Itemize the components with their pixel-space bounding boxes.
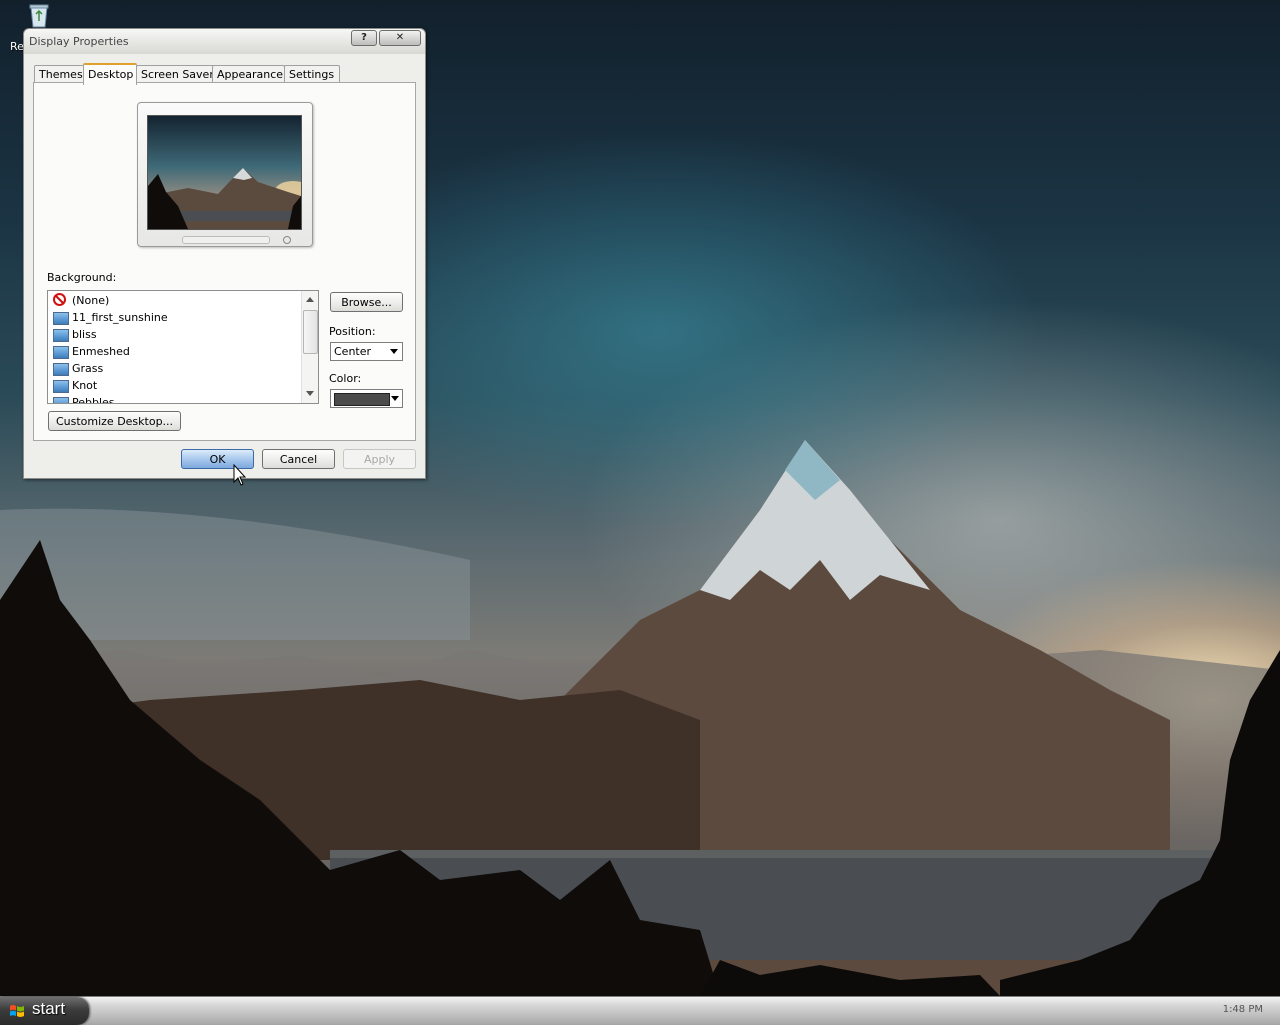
recycle-bin-icon — [29, 4, 49, 28]
tab-themes[interactable]: Themes — [34, 65, 87, 83]
background-label: Background: — [47, 271, 117, 284]
position-label: Position: — [329, 325, 376, 338]
color-picker-button[interactable] — [330, 389, 403, 408]
customize-desktop-button[interactable]: Customize Desktop... — [48, 411, 181, 431]
recycle-bin-label: Re — [10, 40, 24, 53]
wallpaper-preview — [147, 115, 302, 230]
image-thumbnail-icon — [53, 312, 69, 325]
taskbar: start 1:48 PM — [0, 996, 1280, 1025]
scroll-down-arrow-icon[interactable] — [306, 391, 314, 396]
browse-button[interactable]: Browse... — [330, 292, 403, 312]
color-swatch — [334, 393, 390, 406]
position-dropdown[interactable]: Center — [330, 342, 403, 361]
scroll-up-arrow-icon[interactable] — [306, 297, 314, 302]
help-button[interactable]: ? — [351, 30, 377, 46]
system-clock[interactable]: 1:48 PM — [1223, 1004, 1263, 1015]
image-thumbnail-icon — [53, 380, 69, 393]
image-thumbnail-icon — [53, 329, 69, 342]
chevron-down-icon — [390, 349, 398, 354]
image-thumbnail-icon — [53, 397, 69, 403]
background-list[interactable]: (None) 11_first_sunshine bliss Enmeshed … — [47, 290, 319, 404]
windows-logo-icon — [10, 1005, 24, 1017]
close-button[interactable]: ✕ — [379, 30, 421, 46]
mouse-cursor-icon — [233, 464, 247, 486]
apply-button[interactable]: Apply — [343, 449, 416, 469]
monitor-preview — [137, 102, 313, 247]
list-scrollbar[interactable] — [301, 291, 318, 403]
color-label: Color: — [329, 372, 362, 385]
image-thumbnail-icon — [53, 346, 69, 359]
dialog-title: Display Properties — [29, 35, 129, 48]
monitor-stand — [182, 236, 270, 244]
tab-appearance[interactable]: Appearance — [212, 65, 285, 83]
tab-settings[interactable]: Settings — [284, 65, 340, 83]
title-bar[interactable]: Display Properties ? ✕ — [24, 29, 425, 54]
scroll-thumb[interactable] — [303, 310, 318, 354]
display-properties-dialog: Display Properties ? ✕ Themes Desktop Sc… — [23, 28, 426, 479]
chevron-down-icon — [391, 396, 399, 401]
desktop-tab-page: Background: (None) 11_first_sunshine bli… — [33, 82, 416, 441]
monitor-power-icon — [283, 236, 291, 244]
cancel-button[interactable]: Cancel — [262, 449, 335, 469]
tab-screen-saver[interactable]: Screen Saver — [136, 65, 215, 83]
tab-desktop[interactable]: Desktop — [83, 63, 137, 85]
no-entry-icon — [53, 293, 66, 306]
start-button[interactable]: start — [0, 997, 89, 1025]
position-value: Center — [334, 345, 372, 358]
image-thumbnail-icon — [53, 363, 69, 376]
start-label: start — [32, 999, 66, 1018]
